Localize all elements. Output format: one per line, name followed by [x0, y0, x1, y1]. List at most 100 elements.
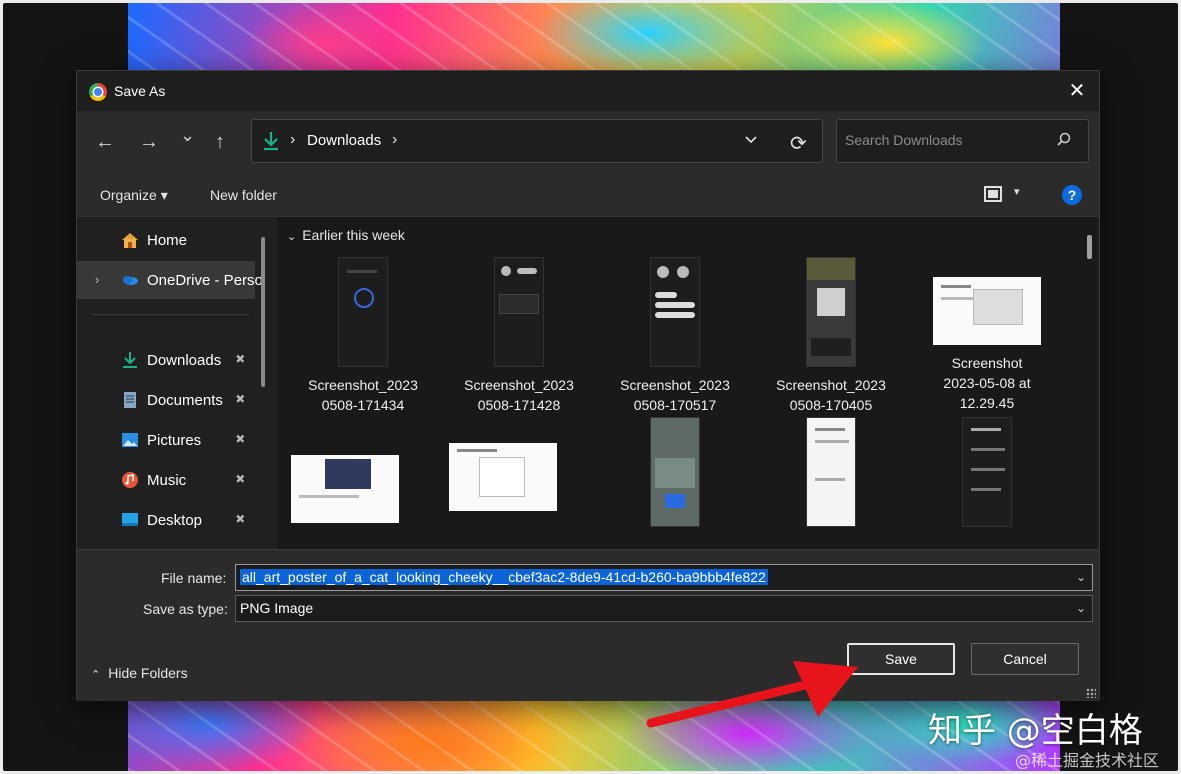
save-type-select[interactable]: PNG Image ⌄ [235, 595, 1093, 622]
breadcrumb-separator[interactable]: › [392, 131, 397, 149]
group-header[interactable]: ⌄ Earlier this week [287, 227, 405, 243]
pin-icon[interactable]: ✚ [232, 350, 249, 367]
file-item[interactable]: Screenshot_2023 0508-171428 [449, 257, 589, 415]
file-item[interactable] [605, 417, 745, 527]
back-arrow-icon[interactable]: ← [95, 131, 115, 154]
sidebar-item-label: OneDrive - Perso [147, 272, 263, 289]
file-name-label: File name: [161, 570, 227, 586]
file-item[interactable] [761, 417, 901, 527]
new-folder-button[interactable]: New folder [210, 187, 277, 203]
save-type-value: PNG Image [240, 600, 314, 616]
chevron-down-icon: ⌄ [287, 231, 297, 243]
expand-chevron-icon[interactable]: › [95, 272, 99, 287]
file-name-field[interactable]: all_art_poster_of_a_cat_looking_cheeky__… [235, 564, 1093, 591]
breadcrumb-separator: › [290, 131, 296, 148]
watermark-subtext: @稀土掘金技术社区 [1015, 751, 1160, 770]
chrome-icon [89, 83, 107, 101]
dialog-title: Save As [114, 83, 166, 99]
chevron-down-icon[interactable]: ⌄ [1076, 570, 1086, 584]
sidebar-item-home[interactable]: Home [77, 221, 255, 259]
organize-menu[interactable]: Organize ▾ [100, 187, 168, 204]
navigation-bar: ← → ⌄ ↑ › Downloads › ⟳ [77, 111, 1099, 173]
sidebar-divider [91, 314, 249, 315]
recent-locations-icon[interactable]: ⌄ [180, 125, 195, 146]
file-item[interactable] [433, 443, 573, 511]
navigation-pane: Home › OneDrive - Perso Downloads ✚ Docu… [77, 217, 269, 549]
sidebar-item-label: Documents [147, 392, 223, 409]
search-icon [1057, 132, 1071, 146]
title-bar: Save As ✕ [77, 71, 1099, 111]
sidebar-item-label: Desktop [147, 512, 203, 529]
file-thumbnail [806, 257, 856, 367]
file-name: Screenshot 2023-05-08 at 12.29.45 [943, 355, 1031, 411]
file-item[interactable]: Screenshot_2023 0508-171434 [293, 257, 433, 415]
chevron-up-icon: ⌃ [91, 669, 101, 681]
watermark-text: 知乎 @空白格 [928, 711, 1143, 751]
help-icon[interactable]: ? [1062, 185, 1082, 205]
file-item[interactable]: Screenshot 2023-05-08 at 12.29.45 [917, 257, 1057, 413]
sidebar-item-label: Home [147, 232, 188, 249]
view-mode-icon[interactable] [984, 186, 1002, 202]
download-icon [264, 132, 278, 151]
breadcrumb-downloads[interactable]: Downloads [307, 132, 381, 149]
file-thumbnail [933, 277, 1041, 345]
sidebar-scrollbar[interactable] [261, 237, 265, 387]
sidebar-item-label: Pictures [147, 432, 202, 449]
chevron-down-icon[interactable] [744, 132, 758, 146]
file-name: Screenshot_2023 0508-170517 [620, 377, 730, 413]
file-item[interactable]: Screenshot_2023 0508-170517 [605, 257, 745, 415]
pin-icon[interactable]: ✚ [232, 470, 249, 487]
sidebar-item-onedrive[interactable]: › OneDrive - Perso [77, 261, 263, 299]
file-item[interactable] [917, 417, 1057, 527]
download-icon [123, 352, 137, 368]
resize-grip-icon[interactable] [1086, 688, 1096, 698]
file-item[interactable] [277, 455, 415, 523]
refresh-icon[interactable]: ⟳ [790, 131, 807, 156]
sidebar-item-documents[interactable]: Documents ✚ [77, 381, 255, 419]
file-thumbnail [962, 417, 1012, 527]
hide-folders-button[interactable]: ⌃ Hide Folders [91, 665, 188, 681]
forward-arrow-icon[interactable]: → [139, 131, 159, 154]
file-name: Screenshot_2023 0508-171434 [308, 377, 418, 413]
save-type-label: Save as type: [143, 601, 228, 617]
file-thumbnail [449, 443, 557, 511]
pin-icon[interactable]: ✚ [232, 390, 249, 407]
view-options-dropdown[interactable]: ▾ [1014, 185, 1020, 198]
file-thumbnail [806, 417, 856, 527]
chevron-down-icon[interactable]: ⌄ [1076, 601, 1086, 615]
file-thumbnail [494, 257, 544, 367]
file-thumbnail [338, 257, 388, 367]
close-button[interactable]: ✕ [1065, 79, 1089, 103]
sidebar-item-pictures[interactable]: Pictures ✚ [77, 421, 255, 459]
up-arrow-icon[interactable]: ↑ [215, 131, 225, 154]
sidebar-item-desktop[interactable]: Desktop ✚ [77, 501, 255, 539]
file-name: Screenshot_2023 0508-170405 [776, 377, 886, 413]
desktop-icon [122, 513, 138, 526]
cancel-button[interactable]: Cancel [971, 643, 1079, 675]
file-name: Screenshot_2023 0508-171428 [464, 377, 574, 413]
file-name-value[interactable]: all_art_poster_of_a_cat_looking_cheeky__… [240, 569, 768, 585]
sidebar-item-downloads[interactable]: Downloads ✚ [77, 341, 255, 379]
file-thumbnail [291, 455, 399, 523]
save-as-dialog: Save As ✕ ← → ⌄ ↑ › Downloads › ⟳ Search… [76, 70, 1100, 701]
home-icon [122, 233, 138, 248]
file-item[interactable]: Screenshot_2023 0508-170405 [761, 257, 901, 415]
onedrive-icon [123, 276, 138, 285]
pin-icon[interactable]: ✚ [232, 430, 249, 447]
sidebar-item-label: Downloads [147, 352, 222, 369]
sidebar-item-partial[interactable] [77, 541, 255, 549]
red-arrow-annotation [646, 661, 858, 728]
pin-icon[interactable]: ✚ [232, 510, 249, 527]
search-input[interactable] [845, 132, 1045, 148]
file-thumbnail [650, 257, 700, 367]
screenshot-frame: Save As ✕ ← → ⌄ ↑ › Downloads › ⟳ Search… [3, 3, 1178, 771]
sidebar-item-label: Music [147, 472, 187, 489]
command-toolbar: Organize ▾ New folder ▾ ? [77, 173, 1099, 217]
documents-icon [124, 392, 136, 408]
save-options-panel: File name: all_art_poster_of_a_cat_looki… [77, 549, 1099, 701]
music-icon [122, 472, 138, 488]
address-bar[interactable]: › Downloads › ⟳ [251, 119, 823, 163]
file-list-scrollbar[interactable] [1087, 235, 1092, 259]
search-box[interactable] [836, 119, 1089, 163]
sidebar-item-music[interactable]: Music ✚ [77, 461, 255, 499]
